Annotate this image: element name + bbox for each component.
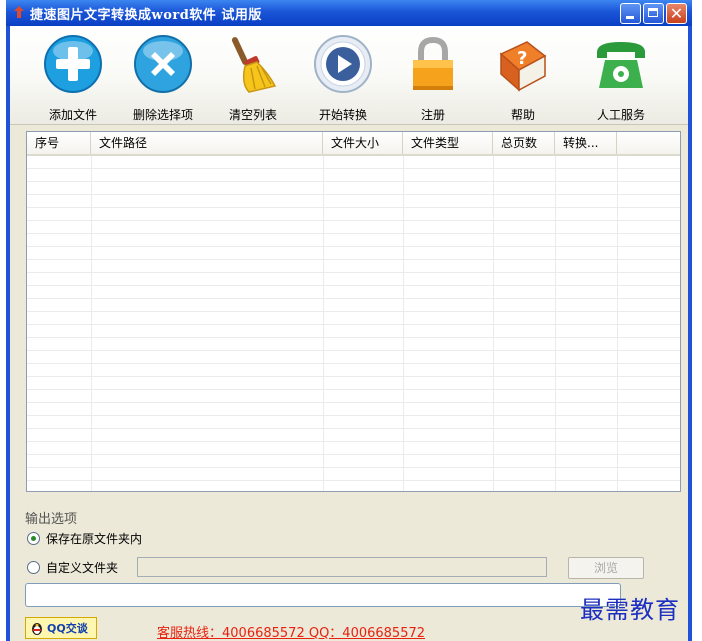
browse-button[interactable]: 浏览 [568, 557, 644, 579]
toolbar: 添加文件 删除选择项 清空列表 开始转换 注册 ? 帮助 人工服务 [10, 26, 688, 125]
custom-folder-option[interactable]: 自定义文件夹 [27, 558, 118, 576]
col-header-index[interactable]: 序号 [27, 132, 91, 154]
help-book-icon: ? [499, 41, 547, 92]
svg-text:?: ? [517, 48, 527, 69]
col-header-pages[interactable]: 总页数 [493, 132, 555, 154]
window-title: 捷速图片文字转换成word软件 试用版 [30, 8, 262, 23]
lock-icon [413, 36, 453, 90]
output-options-label: 输出选项 [25, 512, 78, 527]
minimize-icon [626, 16, 634, 19]
client-area: 添加文件 删除选择项 清空列表 开始转换 注册 ? 帮助 人工服务 序号 文件路… [10, 26, 688, 641]
table-body[interactable] [27, 156, 680, 491]
qq-chat-button[interactable]: QQ交谈 [25, 617, 97, 639]
maximize-icon [648, 8, 658, 17]
col-header-type[interactable]: 文件类型 [403, 132, 493, 154]
custom-folder-path-input[interactable] [137, 557, 547, 577]
col-header-size[interactable]: 文件大小 [323, 132, 403, 154]
status-field [25, 583, 621, 607]
close-icon: ✕ [669, 4, 684, 23]
column-divider [493, 156, 494, 491]
register-button[interactable]: 注册 [388, 30, 478, 122]
col-header-path[interactable]: 文件路径 [91, 132, 323, 154]
add-file-button[interactable]: 添加文件 [28, 30, 118, 122]
start-convert-button[interactable]: 开始转换 [298, 30, 388, 122]
table-header: 序号 文件路径 文件大小 文件类型 总页数 转换... [27, 132, 680, 156]
custom-folder-radio[interactable] [27, 560, 40, 574]
broom-icon [231, 37, 277, 93]
hotline-link[interactable]: 客服热线：4006685572 QQ：4006685572 [157, 622, 425, 641]
qq-chat-label: QQ交谈 [47, 622, 88, 635]
play-icon [314, 35, 372, 93]
add-file-label: 添加文件 [48, 108, 97, 122]
qq-penguin-icon [32, 623, 42, 635]
start-convert-label: 开始转换 [318, 108, 367, 122]
clear-list-button[interactable]: 清空列表 [208, 30, 298, 122]
save-original-label: 保存在原文件夹内 [46, 531, 143, 546]
title-bar[interactable]: 捷速图片文字转换成word软件 试用版 ✕ [6, 0, 692, 26]
column-divider [323, 156, 324, 491]
delete-selected-button[interactable]: 删除选择项 [118, 30, 208, 122]
column-divider [403, 156, 404, 491]
register-label: 注册 [420, 108, 445, 122]
col-header-progress[interactable]: 转换... [555, 132, 617, 154]
manual-service-label: 人工服务 [596, 108, 645, 122]
maximize-button[interactable] [643, 3, 664, 24]
x-circle-icon [134, 35, 192, 93]
app-window: 捷速图片文字转换成word软件 试用版 ✕ 添加文件 删除选择项 清空列表 开始… [6, 0, 692, 641]
watermark-text: 最需教育 [580, 596, 680, 624]
custom-folder-label: 自定义文件夹 [46, 560, 119, 575]
column-divider [91, 156, 92, 491]
column-divider [617, 156, 618, 491]
help-button[interactable]: ? 帮助 [478, 30, 568, 122]
file-table[interactable]: 序号 文件路径 文件大小 文件类型 总页数 转换... [26, 131, 681, 492]
clear-list-label: 清空列表 [228, 108, 277, 122]
app-icon [14, 6, 24, 18]
column-divider [555, 156, 556, 491]
help-label: 帮助 [510, 108, 535, 122]
plus-circle-icon [44, 35, 102, 93]
save-original-option[interactable]: 保存在原文件夹内 [27, 529, 142, 547]
manual-service-button[interactable]: 人工服务 [576, 30, 666, 122]
minimize-button[interactable] [620, 3, 641, 24]
save-original-radio[interactable] [27, 531, 40, 545]
close-button[interactable]: ✕ [666, 3, 687, 24]
delete-selected-label: 删除选择项 [132, 108, 193, 122]
telephone-icon [597, 42, 645, 88]
